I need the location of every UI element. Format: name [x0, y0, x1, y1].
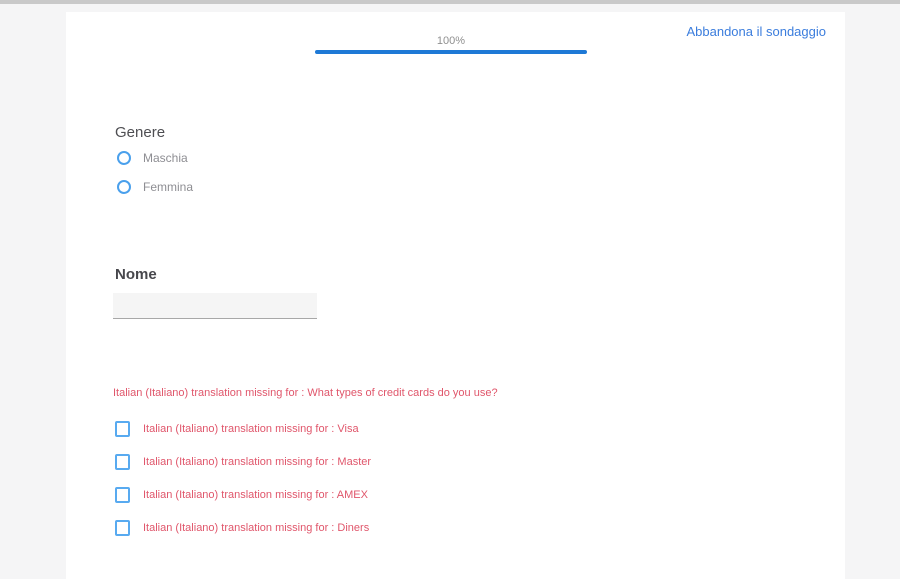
checkbox-option-label: Italian (Italiano) translation missing f… — [143, 456, 371, 468]
progress-track — [315, 50, 587, 54]
checkbox-option-label: Italian (Italiano) translation missing f… — [143, 522, 369, 534]
radio-option-label: Maschia — [143, 151, 188, 165]
radio-button-icon[interactable] — [117, 180, 131, 194]
checkbox-option-label: Italian (Italiano) translation missing f… — [143, 423, 359, 435]
progress-percent-label: 100% — [315, 35, 587, 47]
credit-card-question-label: Italian (Italiano) translation missing f… — [113, 387, 498, 399]
progress-bar: 100% — [315, 35, 587, 54]
abandon-survey-link[interactable]: Abbandona il sondaggio — [686, 24, 826, 39]
checkbox-icon[interactable] — [115, 487, 130, 503]
radio-option-maschia[interactable]: Maschia — [117, 151, 188, 165]
checkbox-icon[interactable] — [115, 454, 130, 470]
survey-card: Abbandona il sondaggio 100% Genere Masch… — [66, 12, 845, 579]
gender-question-label: Genere — [115, 124, 165, 141]
radio-option-label: Femmina — [143, 180, 193, 194]
top-strip — [0, 0, 900, 4]
name-question-label: Nome — [115, 266, 157, 283]
progress-fill — [315, 50, 587, 54]
checkbox-option-amex[interactable]: Italian (Italiano) translation missing f… — [115, 487, 368, 503]
checkbox-option-label: Italian (Italiano) translation missing f… — [143, 489, 368, 501]
radio-button-icon[interactable] — [117, 151, 131, 165]
radio-option-femmina[interactable]: Femmina — [117, 180, 193, 194]
name-input[interactable] — [113, 293, 317, 319]
checkbox-icon[interactable] — [115, 421, 130, 437]
checkbox-option-master[interactable]: Italian (Italiano) translation missing f… — [115, 454, 371, 470]
checkbox-option-diners[interactable]: Italian (Italiano) translation missing f… — [115, 520, 369, 536]
checkbox-option-visa[interactable]: Italian (Italiano) translation missing f… — [115, 421, 359, 437]
checkbox-icon[interactable] — [115, 520, 130, 536]
